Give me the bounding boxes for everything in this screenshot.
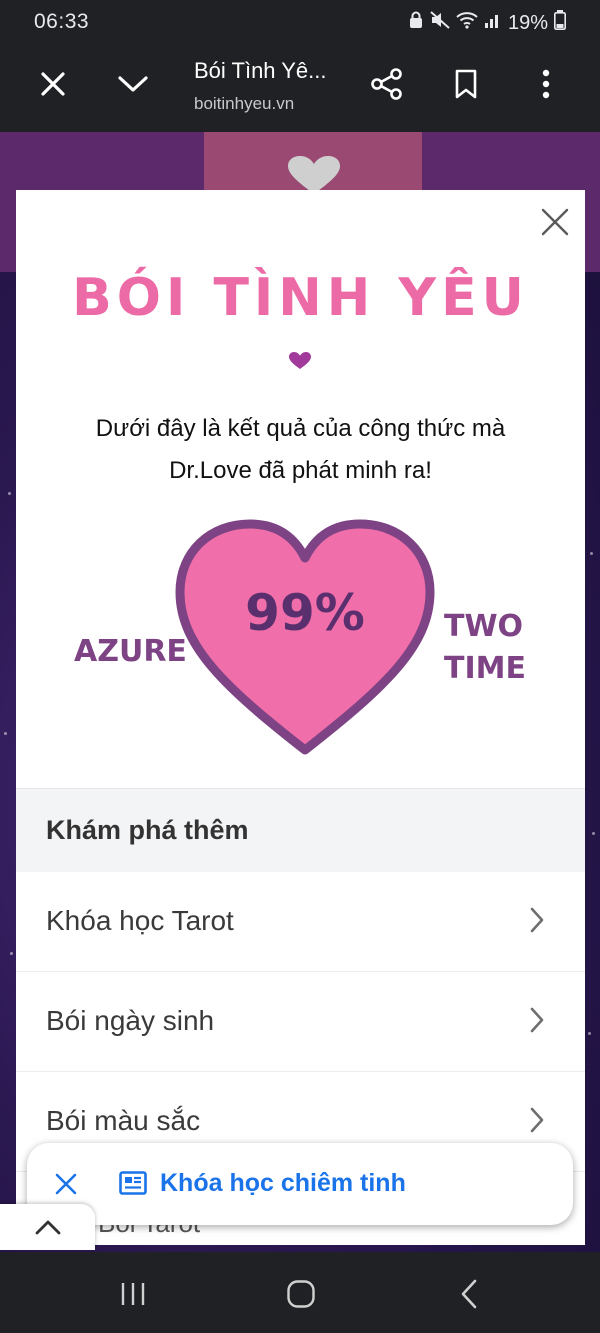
explore-item[interactable]: Bói ngày sinh [16, 972, 585, 1072]
close-icon [55, 1173, 77, 1195]
status-time: 06:33 [34, 10, 90, 33]
explore-header: Khám phá thêm [16, 788, 585, 872]
mute-icon [430, 11, 450, 35]
second-name-line: TIME [444, 651, 526, 686]
star-decoration [590, 552, 593, 555]
result-area: 99% AZURE TWO TIME [16, 518, 585, 758]
description-line: Dưới đây là kết quả của công thức mà [95, 415, 506, 442]
star-decoration [10, 952, 13, 955]
more-options-button[interactable] [524, 62, 568, 106]
star-decoration [4, 732, 7, 735]
browser-toolbar: Bói Tình Yê... boitinhyeu.vn [0, 44, 600, 132]
status-bar: 06:33 19% [0, 0, 600, 44]
result-description: Dưới đây là kết quả của công thức mà Dr.… [16, 408, 585, 492]
more-vert-icon [542, 69, 550, 99]
result-modal: BÓI TÌNH YÊU Dưới đây là kết quả của côn… [16, 190, 585, 1245]
star-decoration [588, 1032, 591, 1035]
modal-title: BÓI TÌNH YÊU [72, 268, 529, 328]
chevron-up-icon [35, 1220, 60, 1235]
battery-percent: 19% [507, 11, 548, 34]
minimize-button[interactable] [111, 62, 155, 106]
close-icon [541, 208, 569, 236]
star-decoration [8, 492, 11, 495]
close-tab-button[interactable] [31, 62, 75, 106]
recent-apps-button[interactable] [111, 1272, 155, 1316]
wifi-icon [456, 11, 478, 35]
explore-item-label: Bói màu sắc [46, 1105, 201, 1136]
heart-icon [289, 352, 311, 369]
status-icons: 19% [408, 10, 566, 36]
chevron-right-icon [530, 907, 544, 933]
chip-label: Khóa học chiêm tinh [160, 1169, 406, 1197]
second-name-line: TWO [444, 609, 524, 644]
chevron-right-icon [530, 1107, 544, 1133]
explore-item-label: Bói ngày sinh [46, 1005, 215, 1036]
description-line: Dr.Love đã phát minh ra! [169, 457, 432, 484]
chip-close-button[interactable] [49, 1167, 83, 1201]
page-url: boitinhyeu.vn [194, 94, 295, 113]
explore-item-label: Khóa học Tarot [46, 905, 234, 936]
share-icon [371, 68, 402, 100]
close-icon [41, 72, 65, 96]
back-button[interactable] [447, 1272, 491, 1316]
home-button[interactable] [279, 1272, 323, 1316]
page-title: Bói Tình Yê... [194, 58, 327, 83]
chevron-right-icon [530, 1007, 544, 1033]
system-nav-bar [0, 1252, 600, 1333]
explore-item[interactable]: Khóa học Tarot [16, 872, 585, 972]
recent-apps-icon [121, 1283, 145, 1305]
result-percent: 99% [245, 584, 365, 642]
second-name: TWO TIME [444, 606, 544, 690]
bookmark-icon [455, 69, 477, 99]
share-button[interactable] [365, 62, 409, 106]
lock-icon [408, 11, 424, 35]
article-icon [119, 1171, 147, 1195]
star-decoration [592, 832, 595, 835]
modal-close-button[interactable] [537, 204, 573, 240]
expand-up-button[interactable] [0, 1204, 95, 1250]
signal-icon [484, 11, 502, 35]
chevron-down-icon [118, 76, 148, 92]
first-name: AZURE [74, 634, 187, 669]
home-icon [287, 1280, 315, 1308]
battery-icon [554, 10, 566, 36]
explore-header-label: Khám phá thêm [46, 815, 249, 845]
suggestion-chip[interactable]: Khóa học chiêm tinh [27, 1143, 573, 1225]
bookmark-button[interactable] [444, 62, 488, 106]
back-icon [461, 1279, 477, 1309]
